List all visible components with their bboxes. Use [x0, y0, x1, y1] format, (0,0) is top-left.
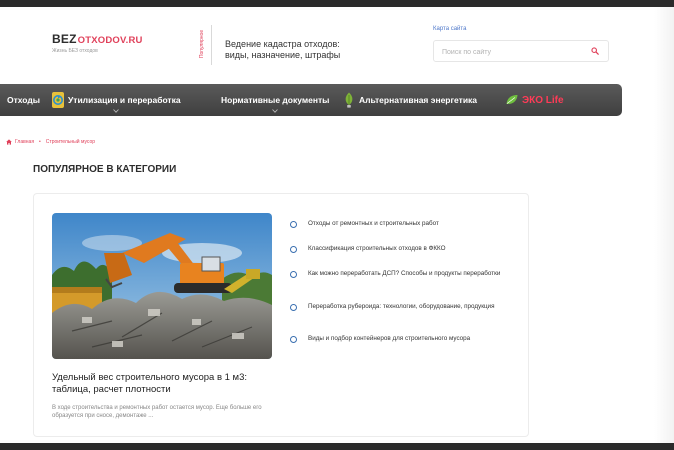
nav-item-recycling[interactable]: Утилизация и переработка [51, 84, 181, 116]
breadcrumb: Главная • Строительный мусор [6, 139, 95, 145]
nav-item-waste[interactable]: Отходы [7, 84, 40, 116]
featured-article-image[interactable] [52, 213, 272, 359]
sitemap-link[interactable]: Карта сайта [433, 26, 466, 32]
search-input[interactable] [442, 46, 582, 58]
breadcrumb-current-link[interactable]: Строительный мусор [46, 139, 95, 145]
search-icon[interactable] [591, 47, 599, 55]
circle-bullet-icon [290, 271, 297, 278]
popular-card: Удельный вес строительного мусора в 1 м3… [33, 193, 529, 437]
related-article-item[interactable]: Классификация строительных отходов в ФКК… [290, 245, 520, 254]
nav-item-regulations[interactable]: Нормативные документы [221, 84, 329, 116]
related-article-item[interactable]: Виды и подбор контейнеров для строительн… [290, 335, 520, 344]
section-title: ПОПУЛЯРНОЕ В КАТЕГОРИИ [33, 164, 177, 175]
featured-article-excerpt: В ходе строительства и ремонтных работ о… [52, 405, 262, 419]
site-header: BEZOTXODOV.RU Жизнь БЕЗ отходов Популярн… [0, 7, 674, 83]
circle-bullet-icon [290, 221, 297, 228]
leaf-bulb-icon [345, 92, 353, 108]
related-article-item[interactable]: Как можно переработать ДСП? Способы и пр… [290, 270, 520, 279]
popular-vertical-label: Популярное [199, 25, 212, 65]
site-logo[interactable]: BEZOTXODOV.RU Жизнь БЕЗ отходов [52, 32, 143, 54]
recycle-icon [52, 92, 64, 108]
breadcrumb-home-link[interactable]: Главная [15, 139, 34, 145]
chevron-down-icon [112, 109, 119, 113]
circle-bullet-icon [290, 246, 297, 253]
construction-debris-photo [52, 213, 272, 359]
nav-item-eco-life[interactable]: ЭКО Life [505, 84, 564, 116]
search-box [433, 40, 609, 62]
eco-leaf-icon [506, 95, 518, 105]
main-nav: Отходы Утилизация и переработка Норматив… [0, 84, 622, 116]
circle-bullet-icon [290, 304, 297, 311]
header-featured-article-link[interactable]: Ведение кадастра отходов: виды, назначен… [225, 39, 355, 61]
browser-viewport: BEZOTXODOV.RU Жизнь БЕЗ отходов Популярн… [0, 7, 674, 443]
logo-tagline: Жизнь БЕЗ отходов [52, 48, 98, 54]
home-icon [6, 139, 12, 145]
featured-article-title[interactable]: Удельный вес строительного мусора в 1 м3… [52, 372, 272, 396]
circle-bullet-icon [290, 336, 297, 343]
nav-item-alternative-energy[interactable]: Альтернативная энергетика [342, 84, 477, 116]
related-article-item[interactable]: Отходы от ремонтных и строительных работ [290, 220, 520, 229]
breadcrumb-separator: • [39, 139, 41, 145]
logo-text: BEZOTXODOV.RU [52, 32, 143, 46]
chevron-down-icon [272, 109, 279, 113]
related-article-item[interactable]: Переработка рубероида: технологии, обору… [290, 303, 520, 312]
